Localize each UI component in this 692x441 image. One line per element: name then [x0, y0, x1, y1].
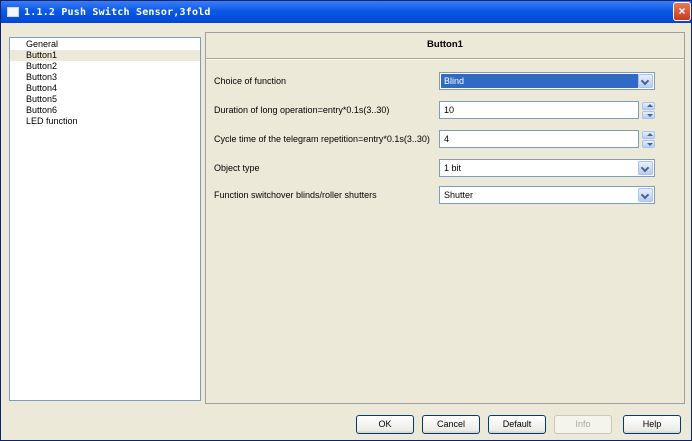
nav-item-button2[interactable]: Button2: [10, 61, 200, 72]
dropdown-value: Shutter: [444, 190, 474, 200]
dropdown-value: Blind: [444, 76, 465, 86]
panel-title: Button1: [427, 39, 463, 50]
param-label: Object type: [214, 163, 260, 173]
param-row: Object type 1 bit: [206, 159, 684, 179]
chevron-down-icon[interactable]: [638, 188, 653, 202]
param-row: Function switchover blinds/roller shutte…: [206, 186, 684, 206]
object-type-dropdown[interactable]: 1 bit: [439, 159, 655, 177]
default-button[interactable]: Default: [488, 415, 546, 434]
param-row: Cycle time of the telegram repetition=en…: [206, 130, 684, 150]
choice-of-function-dropdown[interactable]: Blind: [439, 72, 655, 90]
info-button[interactable]: Info: [554, 415, 612, 434]
nav-item-general[interactable]: General: [10, 39, 200, 50]
spin-up-icon[interactable]: [642, 131, 655, 139]
parameter-panel: Button1 Choice of function Blind Duratio…: [205, 32, 685, 404]
nav-item-button3[interactable]: Button3: [10, 72, 200, 83]
input-value: 10: [444, 105, 455, 115]
close-icon: ×: [678, 4, 686, 18]
parameter-tree[interactable]: General Button1 Button2 Button3 Button4 …: [9, 37, 201, 401]
input-value: 4: [444, 134, 450, 144]
nav-item-button6[interactable]: Button6: [10, 105, 200, 116]
cycle-time-input[interactable]: 4: [439, 130, 655, 148]
nav-item-button1[interactable]: Button1: [10, 50, 200, 61]
param-row: Duration of long operation=entry*0.1s(3.…: [206, 101, 684, 121]
param-row: Choice of function Blind: [206, 72, 684, 92]
title-bar[interactable]: 1.1.2 Push Switch Sensor,3fold ×: [1, 1, 691, 23]
long-operation-duration-input[interactable]: 10: [439, 101, 655, 119]
chevron-down-icon[interactable]: [638, 74, 653, 88]
nav-item-button4[interactable]: Button4: [10, 83, 200, 94]
app-icon: [7, 7, 19, 17]
help-button[interactable]: Help: [623, 415, 681, 434]
param-label: Function switchover blinds/roller shutte…: [214, 190, 377, 200]
spin-down-icon[interactable]: [642, 111, 655, 119]
nav-item-button5[interactable]: Button5: [10, 94, 200, 105]
nav-item-led-function[interactable]: LED function: [10, 116, 200, 127]
param-label: Choice of function: [214, 76, 287, 86]
window-title: 1.1.2 Push Switch Sensor,3fold: [24, 6, 211, 18]
panel-divider: [206, 58, 684, 60]
spin-down-icon[interactable]: [642, 140, 655, 148]
close-button[interactable]: ×: [673, 2, 691, 21]
spin-up-icon[interactable]: [642, 102, 655, 110]
spinner: [642, 131, 655, 149]
ok-button[interactable]: OK: [356, 415, 414, 434]
function-switchover-dropdown[interactable]: Shutter: [439, 186, 655, 204]
spinner: [642, 102, 655, 120]
dropdown-value: 1 bit: [444, 163, 462, 173]
cancel-button[interactable]: Cancel: [422, 415, 480, 434]
param-label: Cycle time of the telegram repetition=en…: [214, 134, 430, 144]
selected-value-highlight: Blind: [441, 74, 638, 88]
param-label: Duration of long operation=entry*0.1s(3.…: [214, 105, 390, 115]
chevron-down-icon[interactable]: [638, 161, 653, 175]
dialog-window: 1.1.2 Push Switch Sensor,3fold × General…: [0, 0, 692, 441]
